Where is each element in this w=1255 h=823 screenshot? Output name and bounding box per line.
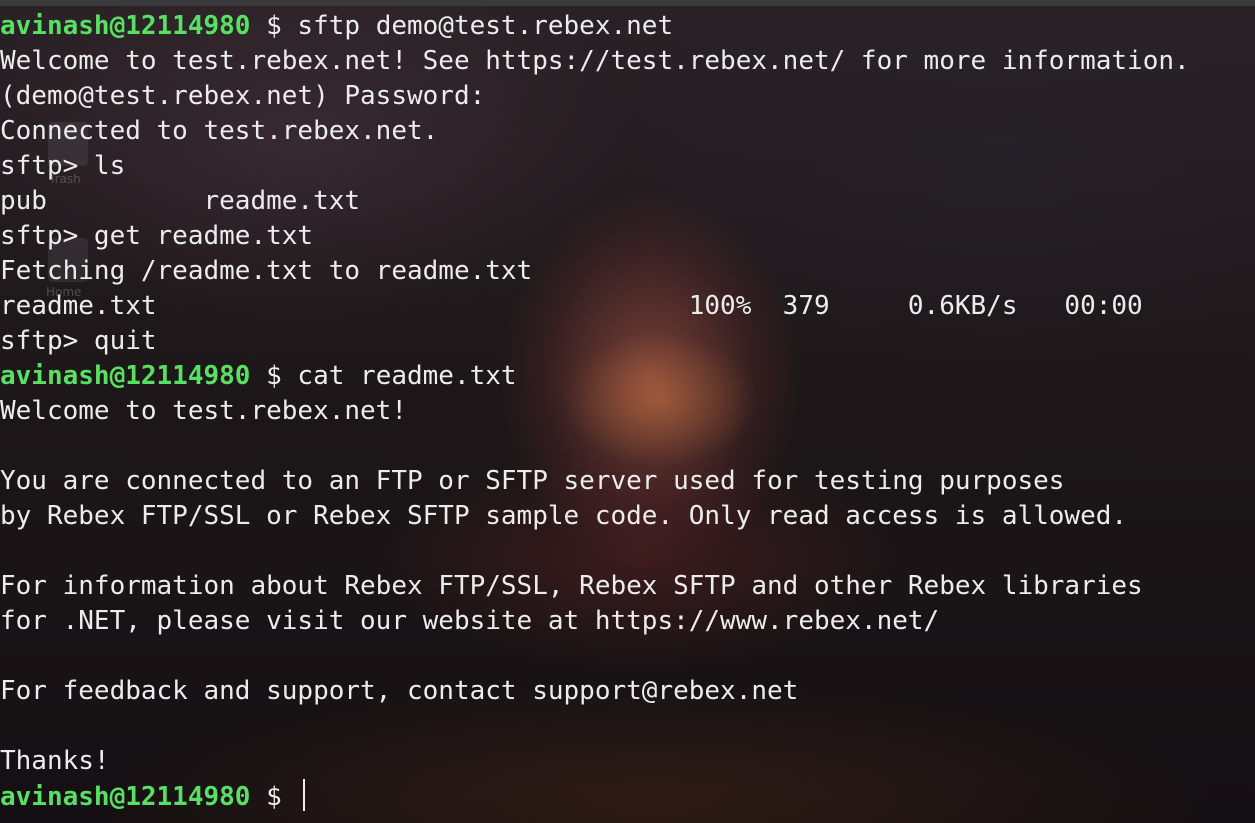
prompt-user-host: avinash@12114980 [0,361,251,391]
prompt-user-host: avinash@12114980 [0,782,251,812]
output-line: by Rebex FTP/SSL or Rebex SFTP sample co… [0,501,1128,531]
output-line: For feedback and support, contact suppor… [0,676,799,706]
prompt-symbol: $ [250,782,298,812]
desktop-background: Trash Home avinash@12114980 $ sftp demo@… [0,0,1255,823]
prompt-line: avinash@12114980 $ sftp demo@test.rebex.… [0,9,1190,44]
output-line: sftp> quit [0,326,157,356]
output-line: You are connected to an FTP or SFTP serv… [0,466,1065,496]
prompt-user-host: avinash@12114980 [0,11,251,41]
output-line: Thanks! [0,746,110,776]
output-line: (demo@test.rebex.net) Password: [0,81,486,111]
output-line: Fetching /readme.txt to readme.txt [0,256,533,286]
top-panel [0,0,1255,6]
command-text: sftp demo@test.rebex.net [297,11,674,41]
output-line: sftp> ls [0,151,126,181]
prompt-line: avinash@12114980 $ [0,779,1190,814]
output-line: Connected to test.rebex.net. [0,116,439,146]
output-line: readme.txt 100% 379 0.6KB/s 00:00 [0,291,1143,321]
output-line: sftp> get readme.txt [0,221,314,251]
output-line: Welcome to test.rebex.net! [0,396,407,426]
prompt-symbol: $ [250,361,298,391]
output-line: pub readme.txt [0,186,361,216]
command-text: cat readme.txt [297,361,517,391]
output-line: for .NET, please visit our website at ht… [0,606,940,636]
prompt-line: avinash@12114980 $ cat readme.txt [0,359,1190,394]
output-line: For information about Rebex FTP/SSL, Reb… [0,571,1143,601]
prompt-symbol: $ [250,11,298,41]
output-line: Welcome to test.rebex.net! See https://t… [0,46,1190,76]
text-cursor [303,779,306,811]
terminal-output[interactable]: avinash@12114980 $ sftp demo@test.rebex.… [0,9,1190,814]
